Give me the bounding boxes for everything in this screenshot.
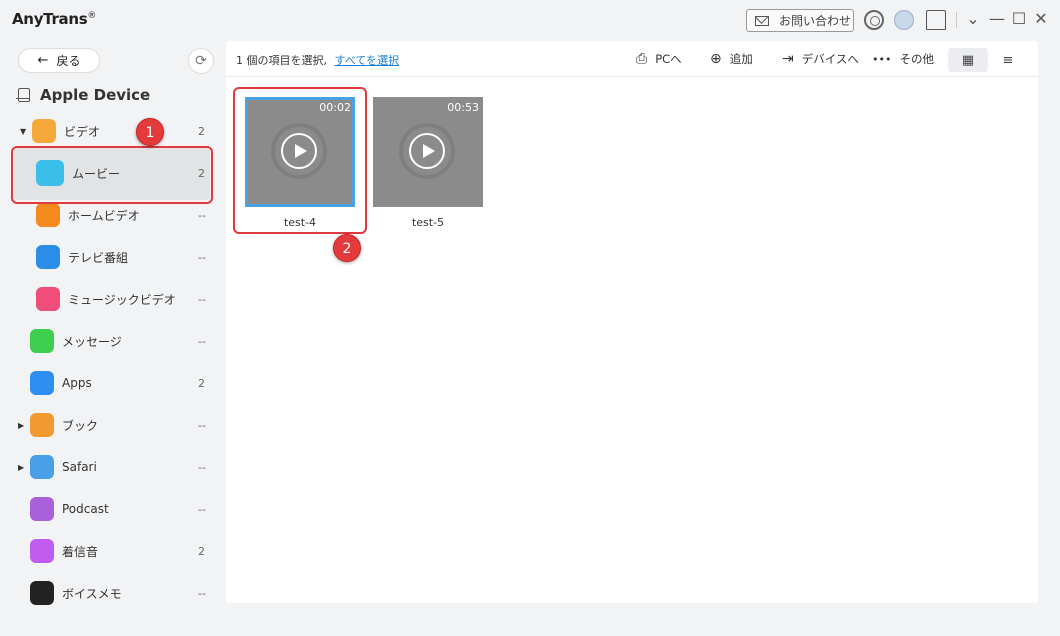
home-video-icon — [36, 203, 60, 227]
video-thumbnail[interactable]: 00:53 — [373, 97, 483, 207]
mail-icon — [755, 15, 769, 26]
minimize-button[interactable]: — — [988, 10, 1006, 28]
toolbar: 1 個の項目を選択, すべてを選択 ⎙ PCへ ⊕ 追加 ⇥ デバイスへ •••… — [226, 41, 1038, 77]
sidebar-item[interactable]: ▶ ブック -- — [18, 404, 206, 446]
video-duration: 00:53 — [447, 101, 479, 114]
annotation-badge-2: 2 — [333, 234, 361, 262]
to-device-icon: ⇥ — [782, 51, 794, 67]
sidebar-item[interactable]: Apps 2 — [30, 362, 206, 404]
selection-status: 1 個の項目を選択, すべてを選択 — [236, 52, 399, 68]
contact-label: お問い合わせ — [779, 14, 852, 28]
device-icon — [16, 88, 30, 102]
safari-icon — [30, 455, 54, 479]
contact-button[interactable]: お問い合わせ — [746, 9, 854, 32]
selection-count: 1 個の項目を選択, — [236, 54, 327, 67]
play-icon[interactable] — [409, 133, 445, 169]
grid-view-icon[interactable]: ▦ — [948, 48, 988, 72]
to-device-button[interactable]: ⇥ デバイスへ — [782, 51, 859, 67]
app-title: AnyTrans® — [12, 10, 97, 28]
sidebar-item-count: -- — [198, 334, 206, 348]
sidebar-item-label: ボイスメモ — [62, 586, 122, 601]
select-all-link[interactable]: すべてを選択 — [335, 54, 400, 67]
sidebar-item-label: ブック — [62, 418, 99, 433]
list-view-icon[interactable]: ≡ — [988, 48, 1028, 72]
skin-icon[interactable] — [926, 10, 946, 30]
export-to-pc-button[interactable]: ⎙ PCへ — [636, 51, 682, 67]
export-label: PCへ — [655, 52, 682, 66]
to-device-label: デバイスへ — [801, 52, 859, 66]
collapsed-caret-icon[interactable]: ▶ — [18, 421, 24, 430]
back-label: 戻る — [56, 54, 81, 68]
export-icon: ⎙ — [636, 51, 648, 67]
sidebar-item-label: ミュージックビデオ — [68, 292, 176, 307]
close-button[interactable]: ✕ — [1032, 10, 1050, 28]
video-name: test-5 — [411, 216, 445, 229]
sidebar-item-count: -- — [198, 250, 206, 264]
voice-memo-icon — [30, 581, 54, 605]
sidebar-item-label: Safari — [62, 460, 97, 474]
sidebar-item-count: 2 — [198, 376, 205, 390]
book-icon — [30, 413, 54, 437]
view-toggle: ▦ ≡ — [948, 48, 1028, 72]
message-icon — [30, 329, 54, 353]
more-label: その他 — [899, 52, 934, 66]
sidebar-item-count: -- — [198, 418, 206, 432]
back-arrow-icon: ← — [37, 53, 49, 68]
sidebar-item-count: -- — [198, 208, 206, 222]
app-store-icon — [30, 371, 54, 395]
add-label: 追加 — [729, 52, 753, 66]
chevron-down-icon[interactable]: ⌄ — [964, 10, 982, 28]
sidebar-item[interactable]: ボイスメモ -- — [30, 572, 206, 614]
maximize-button[interactable]: ☐ — [1010, 10, 1028, 28]
add-button[interactable]: ⊕ 追加 — [710, 51, 753, 67]
sidebar-item-count: -- — [198, 460, 206, 474]
avatar-icon[interactable] — [894, 10, 914, 30]
expanded-caret-icon[interactable]: ▼ — [20, 127, 26, 136]
sidebar-item-label: テレビ番組 — [68, 250, 129, 265]
sidebar-item-count: -- — [198, 586, 206, 600]
sidebar-item[interactable]: Podcast -- — [30, 488, 206, 530]
title-bar: AnyTrans® お問い合わせ ⌄ — ☐ ✕ — [0, 0, 1060, 40]
sidebar-item-count: 2 — [198, 124, 205, 138]
add-icon: ⊕ — [710, 51, 722, 67]
sidebar-item-count: -- — [198, 502, 206, 516]
more-button[interactable]: ••• その他 — [872, 51, 934, 67]
back-button[interactable]: ← 戻る — [18, 48, 100, 73]
search-icon[interactable] — [864, 10, 884, 30]
annotation-box-1 — [11, 146, 213, 204]
annotation-badge-1: 1 — [136, 118, 164, 146]
tv-icon — [36, 245, 60, 269]
more-icon: ••• — [872, 52, 892, 66]
sidebar-item[interactable]: メッセージ -- — [30, 320, 206, 362]
collapsed-caret-icon[interactable]: ▶ — [18, 463, 24, 472]
bell-icon — [30, 539, 54, 563]
sidebar-item[interactable]: ▶ Safari -- — [18, 446, 206, 488]
annotation-box-2 — [233, 87, 367, 234]
sidebar-item-label: 着信音 — [62, 544, 99, 559]
sidebar-item-label: Apps — [62, 376, 92, 390]
sidebar-item-label: Podcast — [62, 502, 109, 516]
title-separator — [956, 12, 957, 28]
sidebar-item[interactable]: ミュージックビデオ -- — [36, 278, 206, 320]
sidebar-item-label: メッセージ — [62, 334, 122, 349]
device-name: Apple Device — [40, 86, 151, 104]
sidebar-item[interactable]: テレビ番組 -- — [36, 236, 206, 278]
sidebar-item-count: 2 — [198, 544, 205, 558]
video-category-icon — [32, 119, 56, 143]
device-header: Apple Device — [16, 86, 151, 104]
sidebar-item-label: ビデオ — [64, 124, 101, 139]
sidebar-item[interactable]: 着信音 2 — [30, 530, 206, 572]
sidebar-item-label: ホームビデオ — [68, 208, 140, 223]
refresh-button[interactable]: ⟳ — [188, 48, 214, 74]
podcast-icon — [30, 497, 54, 521]
music-video-icon — [36, 287, 60, 311]
sidebar-item-count: -- — [198, 292, 206, 306]
